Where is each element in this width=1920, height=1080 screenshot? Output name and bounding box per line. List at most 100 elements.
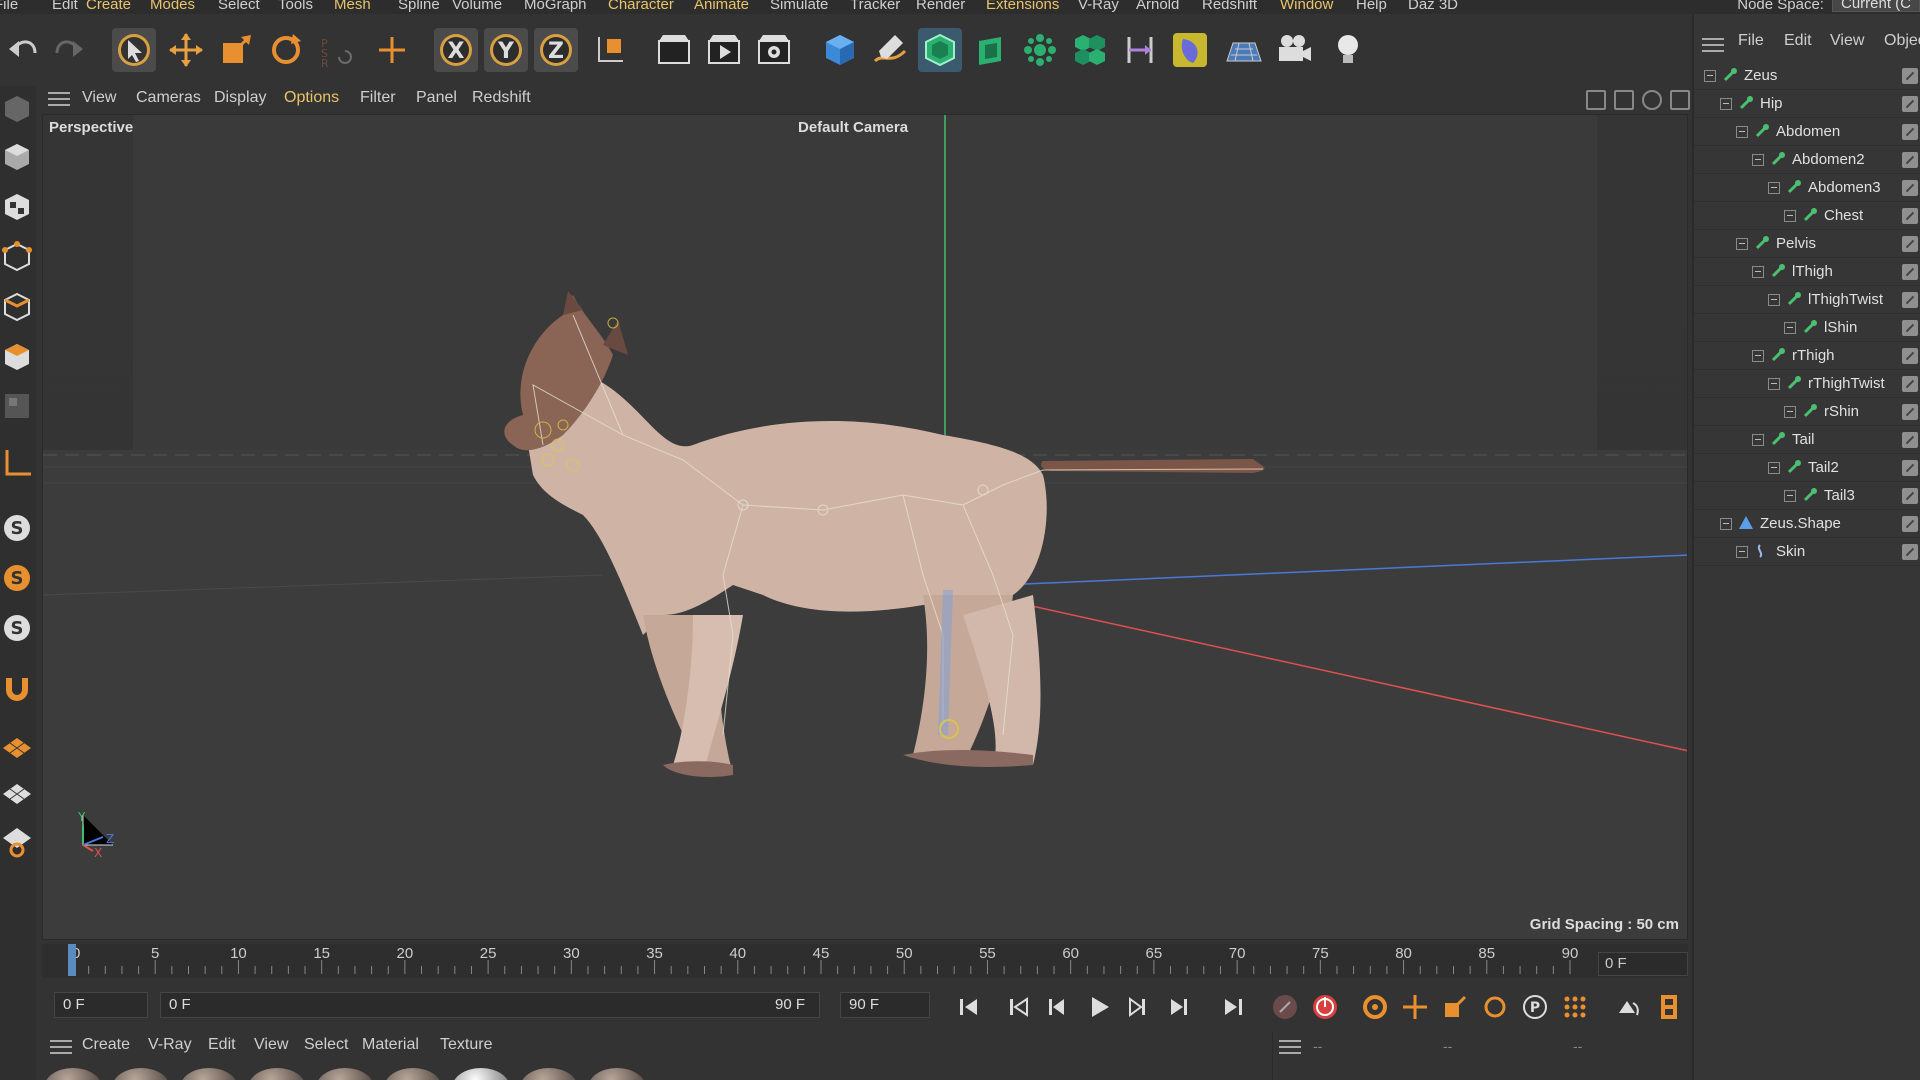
x-axis-lock-button[interactable]: X — [434, 28, 478, 72]
polygon-mode-button[interactable] — [0, 334, 34, 378]
param-key-button[interactable]: P — [1518, 990, 1552, 1024]
subdivision-surface-button[interactable] — [918, 28, 962, 72]
menu-mograph[interactable]: MoGraph — [524, 0, 587, 13]
object-name[interactable]: Zeus.Shape — [1760, 515, 1841, 532]
material-menu-edit[interactable]: Edit — [208, 1036, 236, 1054]
expand-toggle[interactable] — [1752, 350, 1764, 362]
visibility-toggle[interactable] — [1902, 432, 1918, 448]
rotation-key-button[interactable] — [1478, 990, 1512, 1024]
workplane-button[interactable] — [0, 726, 34, 770]
menu-create[interactable]: Create — [86, 0, 131, 13]
point-mode-button[interactable] — [0, 234, 34, 278]
cloner-button[interactable] — [1018, 28, 1062, 72]
visibility-toggle[interactable] — [1902, 376, 1918, 392]
menu-tracker[interactable]: Tracker — [850, 0, 900, 13]
psr-button[interactable]: PSR — [314, 28, 358, 72]
object-row[interactable]: Chest — [1694, 202, 1920, 230]
menu-character[interactable]: Character — [608, 0, 674, 13]
object-name[interactable]: Pelvis — [1776, 235, 1816, 252]
object-manager-menu-icon[interactable] — [1702, 38, 1724, 54]
schedule-button[interactable] — [1612, 990, 1646, 1024]
expand-toggle[interactable] — [1768, 378, 1780, 390]
y-axis-lock-button[interactable]: Y — [484, 28, 528, 72]
visibility-toggle[interactable] — [1902, 264, 1918, 280]
axis-mode-button[interactable] — [0, 440, 34, 484]
current-frame-field[interactable]: 0 F — [1598, 952, 1688, 976]
visibility-toggle[interactable] — [1902, 96, 1918, 112]
material-menu-material[interactable]: Material — [362, 1036, 419, 1054]
expand-toggle[interactable] — [1784, 322, 1796, 334]
visibility-toggle[interactable] — [1902, 68, 1918, 84]
material-menu-v-ray[interactable]: V-Ray — [148, 1036, 192, 1054]
object-name[interactable]: rShin — [1824, 403, 1859, 420]
pen-spline-button[interactable] — [868, 28, 912, 72]
object-name[interactable]: lThigh — [1792, 263, 1833, 280]
coordinate-system-button[interactable] — [588, 28, 632, 72]
visibility-toggle[interactable] — [1902, 124, 1918, 140]
object-name[interactable]: Skin — [1776, 543, 1805, 560]
rotate-tool-button[interactable] — [264, 28, 308, 72]
menu-simulate[interactable]: Simulate — [770, 0, 828, 13]
render-region-button[interactable] — [652, 28, 696, 72]
object-name[interactable]: rThighTwist — [1808, 375, 1885, 392]
timeline-playhead[interactable] — [68, 944, 76, 976]
expand-toggle[interactable] — [1720, 98, 1732, 110]
expand-toggle[interactable] — [1736, 238, 1748, 250]
menu-daz-3d[interactable]: Daz 3D — [1408, 0, 1458, 13]
viewport-menu-view[interactable]: View — [82, 89, 116, 107]
make-editable-button[interactable] — [0, 86, 34, 130]
object-menu-view[interactable]: View — [1830, 32, 1864, 50]
object-row[interactable]: Zeus.Shape — [1694, 510, 1920, 538]
solo-button[interactable]: S — [0, 556, 34, 600]
edge-mode-button[interactable] — [0, 284, 34, 328]
menu-animate[interactable]: Animate — [694, 0, 749, 13]
object-row[interactable]: rThighTwist — [1694, 370, 1920, 398]
viewport-menu-redshift[interactable]: Redshift — [472, 89, 531, 107]
scale-key-button[interactable] — [1438, 990, 1472, 1024]
material-swatch[interactable] — [248, 1068, 306, 1080]
dolly-view-icon[interactable] — [1614, 90, 1634, 110]
menu-mesh[interactable]: Mesh — [334, 0, 371, 13]
visibility-toggle[interactable] — [1902, 516, 1918, 532]
cube-object-button[interactable] — [818, 28, 862, 72]
maximize-view-icon[interactable] — [1670, 90, 1690, 110]
move-tool-button[interactable] — [164, 28, 208, 72]
menu-redshift[interactable]: Redshift — [1202, 0, 1257, 13]
prev-frame-button[interactable] — [1040, 990, 1074, 1024]
z-axis-lock-button[interactable]: Z — [534, 28, 578, 72]
expand-toggle[interactable] — [1736, 126, 1748, 138]
expand-toggle[interactable] — [1752, 154, 1764, 166]
record-button[interactable] — [1268, 990, 1302, 1024]
perspective-viewport[interactable]: Y X Z Perspective Default Camera Grid Sp… — [42, 114, 1688, 940]
scene-object-button[interactable] — [1168, 28, 1212, 72]
menu-window[interactable]: Window — [1280, 0, 1333, 13]
go-to-start-button[interactable] — [952, 990, 986, 1024]
autokey-button[interactable] — [1308, 990, 1342, 1024]
visibility-toggle[interactable] — [1902, 152, 1918, 168]
object-row[interactable]: Hip — [1694, 90, 1920, 118]
visibility-toggle[interactable] — [1902, 236, 1918, 252]
viewport-menu-icon[interactable] — [48, 92, 70, 108]
menu-help[interactable]: Help — [1356, 0, 1387, 13]
expand-toggle[interactable] — [1704, 70, 1716, 82]
texture-mode-button[interactable] — [0, 184, 34, 228]
expand-toggle[interactable] — [1768, 294, 1780, 306]
object-menu-file[interactable]: File — [1738, 32, 1764, 50]
menu-select[interactable]: Select — [218, 0, 260, 13]
undo-button[interactable] — [2, 28, 46, 72]
end-frame-field[interactable]: 90 F — [840, 992, 930, 1018]
visibility-toggle[interactable] — [1902, 404, 1918, 420]
menu-spline[interactable]: Spline — [398, 0, 440, 13]
go-to-end-button[interactable] — [1216, 990, 1250, 1024]
viewport-menu-options[interactable]: Options — [284, 89, 339, 107]
orbit-view-icon[interactable] — [1642, 90, 1662, 110]
timeline-ruler[interactable]: 0 5 10 15 20 25 30 35 40 45 50 55 60 65 70 75 80 85 90 — [42, 944, 1688, 978]
menu-arnold[interactable]: Arnold — [1136, 0, 1179, 13]
add-axis-button[interactable] — [370, 28, 414, 72]
material-swatch[interactable] — [112, 1068, 170, 1080]
floor-object-button[interactable] — [1222, 28, 1266, 72]
preview-range-slider[interactable]: 0 F 90 F — [160, 992, 820, 1018]
expand-toggle[interactable] — [1768, 462, 1780, 474]
pan-view-icon[interactable] — [1586, 90, 1606, 110]
expand-toggle[interactable] — [1752, 434, 1764, 446]
